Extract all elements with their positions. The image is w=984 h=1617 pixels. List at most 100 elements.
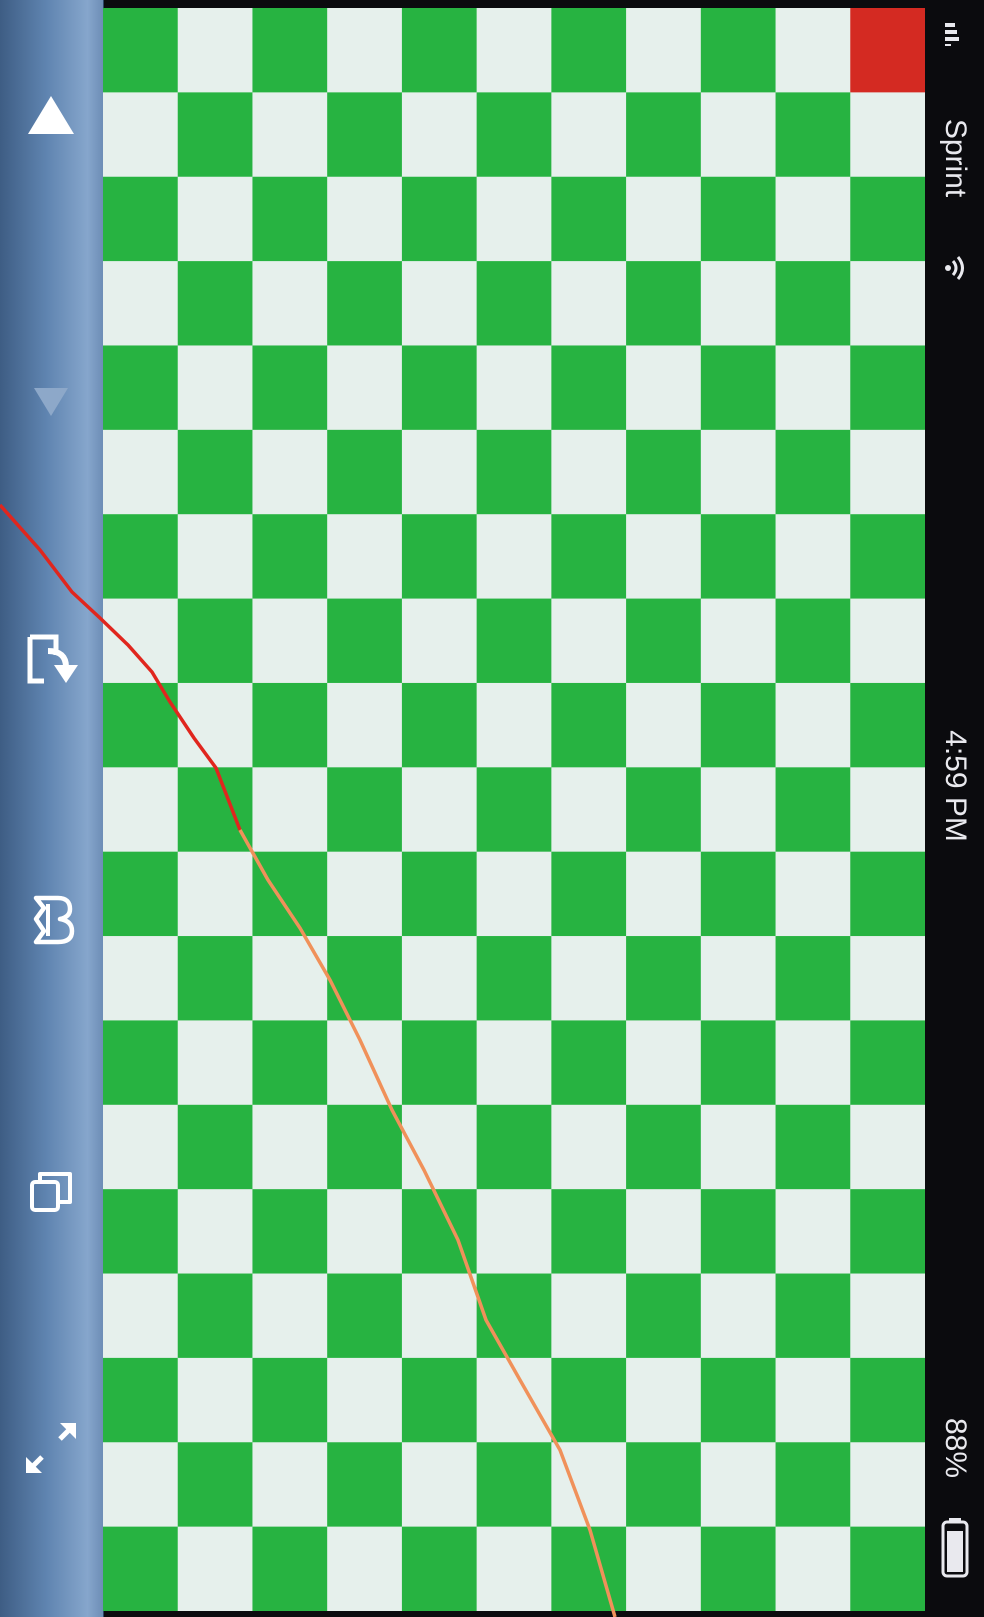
green-cell[interactable] (775, 429, 851, 515)
light-cell[interactable] (551, 261, 627, 347)
light-cell[interactable] (103, 429, 179, 515)
green-cell[interactable] (103, 1189, 179, 1275)
green-cell[interactable] (177, 1104, 254, 1190)
green-cell[interactable] (252, 345, 328, 431)
green-cell[interactable] (700, 1526, 777, 1611)
green-cell[interactable] (177, 92, 254, 178)
green-cell[interactable] (476, 261, 552, 347)
green-cell[interactable] (775, 936, 851, 1022)
light-cell[interactable] (700, 429, 777, 515)
green-cell[interactable] (252, 8, 328, 93)
green-cell[interactable] (327, 92, 403, 178)
green-cell[interactable] (700, 1189, 777, 1275)
green-cell[interactable] (850, 176, 925, 262)
light-cell[interactable] (700, 92, 777, 178)
green-cell[interactable] (850, 1357, 925, 1443)
light-cell[interactable] (327, 345, 403, 431)
light-cell[interactable] (252, 261, 328, 347)
green-cell[interactable] (551, 514, 627, 600)
green-cell[interactable] (252, 514, 328, 600)
light-cell[interactable] (626, 1357, 702, 1443)
light-cell[interactable] (177, 345, 254, 431)
light-cell[interactable] (252, 767, 328, 853)
green-cell[interactable] (327, 1104, 403, 1190)
green-cell[interactable] (551, 176, 627, 262)
light-cell[interactable] (850, 261, 925, 347)
green-cell[interactable] (850, 514, 925, 600)
light-cell[interactable] (700, 1104, 777, 1190)
light-cell[interactable] (626, 851, 702, 937)
light-cell[interactable] (327, 8, 403, 93)
green-cell[interactable] (327, 261, 403, 347)
green-cell[interactable] (327, 598, 403, 684)
light-cell[interactable] (177, 682, 254, 768)
green-cell[interactable] (401, 8, 478, 93)
light-cell[interactable] (252, 1273, 328, 1359)
light-cell[interactable] (401, 1273, 478, 1359)
light-cell[interactable] (700, 598, 777, 684)
light-cell[interactable] (476, 851, 552, 937)
green-cell[interactable] (476, 429, 552, 515)
light-cell[interactable] (775, 851, 851, 937)
light-cell[interactable] (551, 1442, 627, 1528)
light-cell[interactable] (401, 261, 478, 347)
light-cell[interactable] (850, 598, 925, 684)
green-cell[interactable] (252, 1526, 328, 1611)
green-cell[interactable] (775, 92, 851, 178)
green-cell[interactable] (551, 1526, 627, 1611)
light-cell[interactable] (103, 936, 179, 1022)
green-cell[interactable] (327, 767, 403, 853)
green-cell[interactable] (850, 345, 925, 431)
light-cell[interactable] (252, 1104, 328, 1190)
green-cell[interactable] (103, 1357, 179, 1443)
light-cell[interactable] (177, 176, 254, 262)
green-cell[interactable] (626, 598, 702, 684)
light-cell[interactable] (850, 1442, 925, 1528)
checkerboard-grid[interactable] (103, 8, 925, 1611)
green-cell[interactable] (252, 1357, 328, 1443)
light-cell[interactable] (626, 1526, 702, 1611)
light-cell[interactable] (626, 1020, 702, 1106)
light-cell[interactable] (700, 936, 777, 1022)
green-cell[interactable] (626, 767, 702, 853)
light-cell[interactable] (401, 767, 478, 853)
green-cell[interactable] (850, 682, 925, 768)
light-cell[interactable] (103, 1273, 179, 1359)
up-arrow-button[interactable] (8, 72, 94, 158)
light-cell[interactable] (252, 936, 328, 1022)
light-cell[interactable] (252, 92, 328, 178)
green-cell[interactable] (401, 176, 478, 262)
light-cell[interactable] (775, 1526, 851, 1611)
green-cell[interactable] (551, 682, 627, 768)
light-cell[interactable] (103, 598, 179, 684)
green-cell[interactable] (177, 261, 254, 347)
green-cell[interactable] (252, 682, 328, 768)
green-cell[interactable] (177, 598, 254, 684)
pages-button[interactable] (8, 1148, 94, 1234)
light-cell[interactable] (401, 429, 478, 515)
light-cell[interactable] (177, 1357, 254, 1443)
light-cell[interactable] (850, 936, 925, 1022)
light-cell[interactable] (401, 92, 478, 178)
green-cell[interactable] (626, 1273, 702, 1359)
green-cell[interactable] (775, 1104, 851, 1190)
green-cell[interactable] (401, 682, 478, 768)
light-cell[interactable] (401, 1442, 478, 1528)
light-cell[interactable] (626, 176, 702, 262)
light-cell[interactable] (476, 514, 552, 600)
green-cell[interactable] (626, 936, 702, 1022)
light-cell[interactable] (177, 851, 254, 937)
rotate-button[interactable] (8, 617, 94, 703)
light-cell[interactable] (551, 598, 627, 684)
green-cell[interactable] (850, 1020, 925, 1106)
green-cell[interactable] (476, 92, 552, 178)
light-cell[interactable] (177, 1020, 254, 1106)
green-cell[interactable] (551, 1189, 627, 1275)
light-cell[interactable] (626, 682, 702, 768)
light-cell[interactable] (327, 851, 403, 937)
green-cell[interactable] (700, 682, 777, 768)
light-cell[interactable] (775, 1020, 851, 1106)
green-cell[interactable] (177, 429, 254, 515)
green-cell[interactable] (700, 345, 777, 431)
down-arrow-button[interactable] (8, 352, 94, 438)
